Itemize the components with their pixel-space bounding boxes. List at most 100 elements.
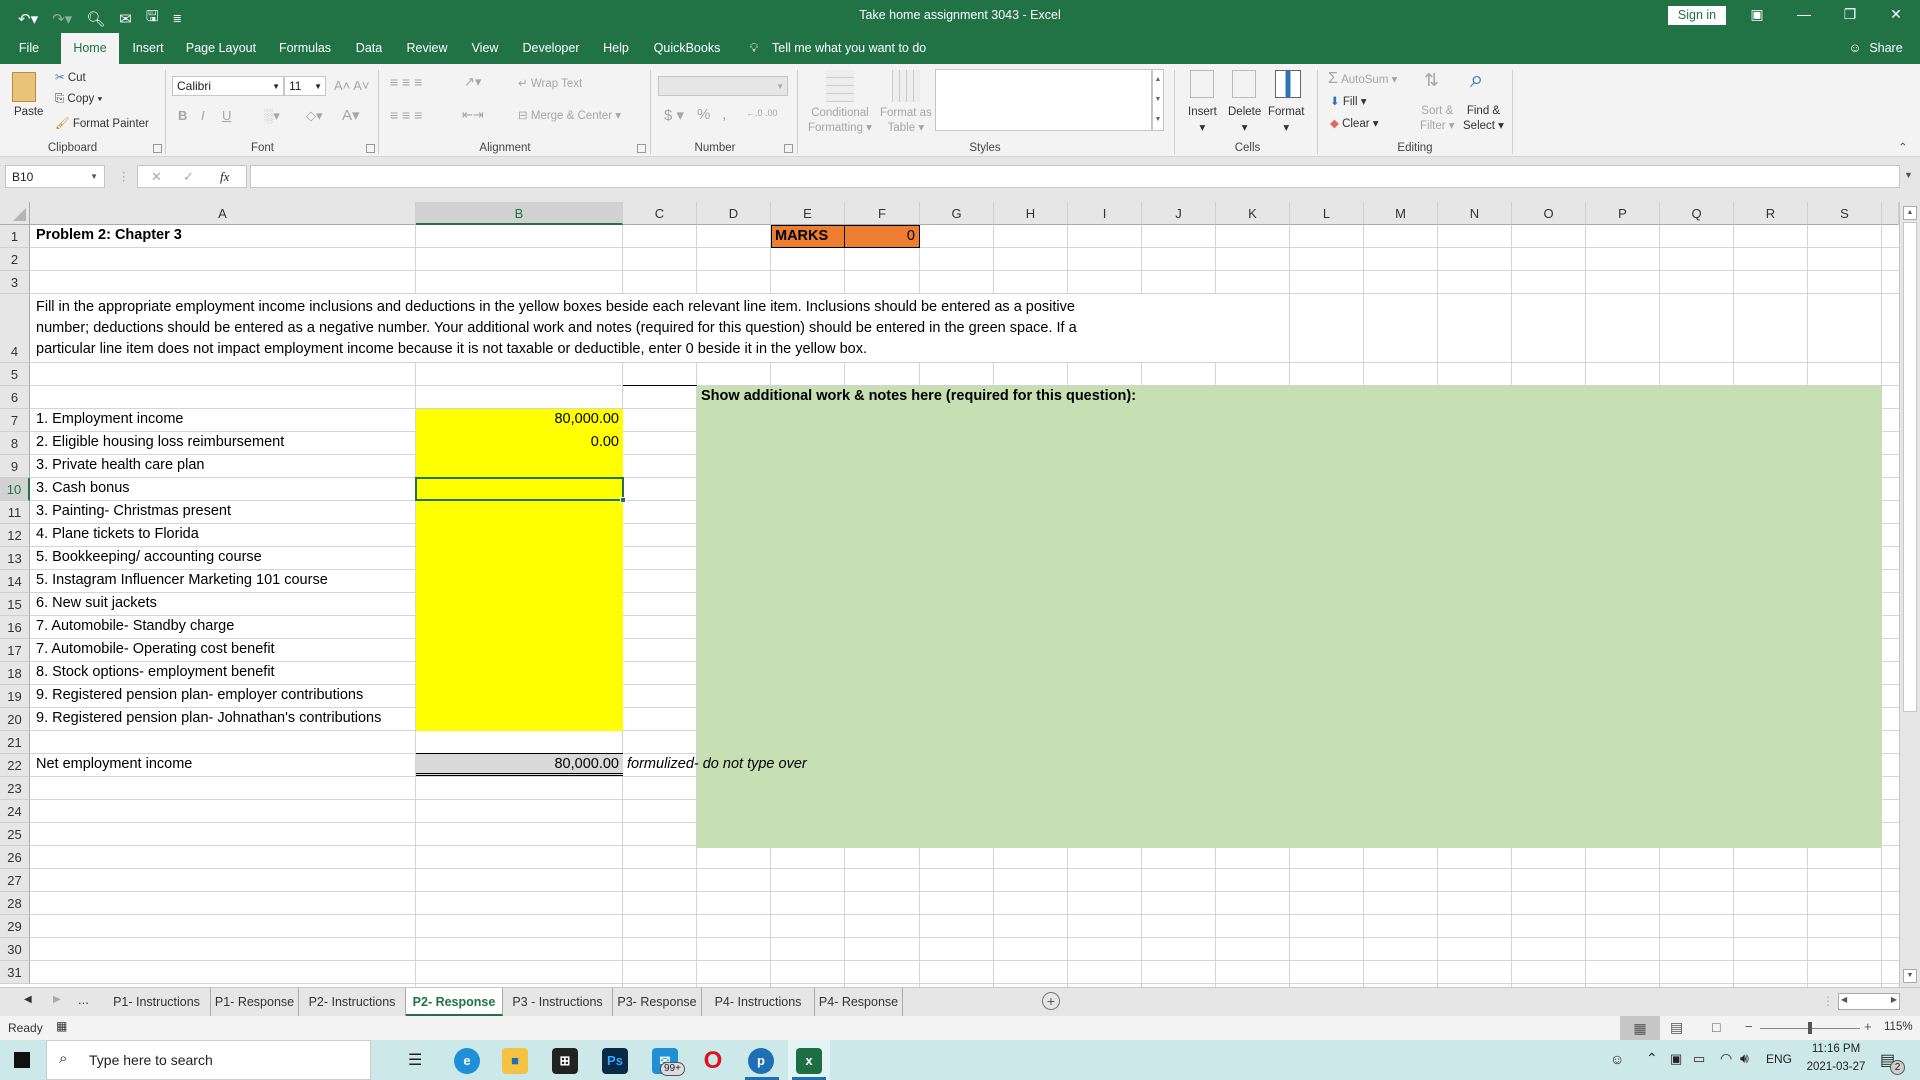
clock-time[interactable]: 11:16 PM — [1806, 1043, 1866, 1055]
row-header-14[interactable]: 14 — [0, 570, 30, 593]
row-header-13[interactable]: 13 — [0, 547, 30, 570]
row-header-4[interactable]: 4 — [0, 294, 30, 363]
page-break-view-icon[interactable]: □ — [1712, 1019, 1720, 1035]
tab-data[interactable]: Data — [352, 33, 386, 64]
tab-quickbooks[interactable]: QuickBooks — [651, 33, 723, 64]
font-name-select[interactable]: Calibri ▼ — [172, 76, 284, 96]
gallery-scroll[interactable]: ▲ ▼ ▼ — [1152, 69, 1164, 131]
autosum-button[interactable]: Σ AutoSum ▾ — [1328, 70, 1397, 88]
sheet-tab[interactable]: P1- Instructions — [103, 988, 211, 1016]
row-header-10[interactable]: 10 — [0, 478, 30, 501]
column-header-s[interactable]: S — [1808, 202, 1882, 225]
tab-home[interactable]: Home — [61, 33, 119, 64]
restore-icon[interactable]: ❐ — [1835, 6, 1865, 23]
volume-icon[interactable]: 🔊︎ — [1740, 1050, 1749, 1067]
cancel-icon[interactable]: ✕ — [151, 169, 162, 185]
format-painter-button[interactable]: 🖌︎ Format Painter — [55, 116, 149, 130]
task-view-icon[interactable]: ☰ — [408, 1050, 422, 1070]
column-header-h[interactable]: H — [994, 202, 1068, 225]
line-item-label[interactable]: 3. Cash bonus — [36, 480, 130, 496]
number-format-select[interactable]: ▼ — [658, 76, 788, 96]
instructions-cell[interactable]: Fill in the appropriate employment incom… — [31, 294, 1216, 362]
horizontal-align-icons[interactable]: ≡ ≡ ≡ — [390, 107, 422, 123]
sheet-tab[interactable]: P1- Response — [211, 988, 299, 1016]
net-income-label[interactable]: Net employment income — [36, 756, 192, 772]
row-header-3[interactable]: 3 — [0, 271, 30, 294]
select-all-corner[interactable] — [0, 202, 30, 225]
merge-center-button[interactable]: ⊟ Merge & Center ▾ — [518, 108, 621, 122]
tab-developer[interactable]: Developer — [521, 33, 581, 64]
row-header-8[interactable]: 8 — [0, 432, 30, 455]
tab-formulas[interactable]: Formulas — [277, 33, 333, 64]
row-header-27[interactable]: 27 — [0, 869, 30, 892]
tell-me-search[interactable]: Tell me what you want to do — [772, 33, 932, 64]
format-as-table-button[interactable]: Format as Table ▾ — [880, 106, 932, 136]
sort-filter-button[interactable]: Sort & Filter ▾ — [1420, 104, 1455, 134]
enter-checkmark-icon[interactable]: ✓ — [183, 169, 194, 185]
line-item-label[interactable]: 5. Instagram Influencer Marketing 101 co… — [36, 572, 328, 588]
excel-icon[interactable]: x — [796, 1048, 822, 1074]
row-header-11[interactable]: 11 — [0, 501, 30, 524]
selected-cell-b10[interactable] — [415, 477, 626, 503]
horizontal-scrollbar[interactable]: ◀ ▶ — [1838, 993, 1900, 1010]
fill-button[interactable]: ⬇ Fill ▾ — [1330, 94, 1367, 108]
column-header-r[interactable]: R — [1734, 202, 1808, 225]
delete-button[interactable]: Delete ▾ — [1228, 104, 1261, 136]
column-header-l[interactable]: L — [1290, 202, 1364, 225]
tab-review[interactable]: Review — [404, 33, 450, 64]
line-item-label[interactable]: 7. Automobile- Operating cost benefit — [36, 641, 275, 657]
row-header-1[interactable]: 1 — [0, 225, 30, 248]
column-header-c[interactable]: C — [623, 202, 697, 225]
column-header-p[interactable]: P — [1586, 202, 1660, 225]
column-header-g[interactable]: G — [920, 202, 994, 225]
row-header-31[interactable]: 31 — [0, 961, 30, 984]
language-indicator[interactable]: ENG — [1766, 1052, 1792, 1066]
formula-input[interactable] — [250, 165, 1900, 188]
line-item-label[interactable]: 6. New suit jackets — [36, 595, 157, 611]
ribbon-display-options-icon[interactable]: ▣ — [1742, 6, 1772, 23]
tab-help[interactable]: Help — [600, 33, 632, 64]
row-header-7[interactable]: 7 — [0, 409, 30, 432]
delete-cells-icon[interactable] — [1232, 70, 1256, 98]
alignment-launcher-icon[interactable] — [637, 144, 646, 153]
zoom-level[interactable]: 115% — [1884, 1021, 1913, 1033]
copy-button[interactable]: ⎘ Copy ▾ — [55, 93, 102, 106]
battery-icon[interactable]: ▭ — [1693, 1051, 1705, 1067]
number-launcher-icon[interactable] — [784, 144, 793, 153]
opera-icon[interactable]: O — [700, 1048, 726, 1074]
comma-button[interactable]: , — [722, 106, 726, 123]
column-header-k[interactable]: K — [1216, 202, 1290, 225]
underline-button[interactable]: U — [222, 108, 231, 123]
worksheet-grid[interactable]: ABCDEFGHIJKLMNOPQRS 1 2 3 4 5 6 7 8 9 10 11 12 13 14 1… — [0, 202, 1899, 987]
percent-button[interactable]: % — [697, 106, 710, 123]
more-tabs-button[interactable]: ... — [78, 992, 89, 1007]
scroll-tabs-right-icon[interactable]: ▶ — [53, 994, 61, 1005]
cut-button[interactable]: ✂ Cut — [55, 70, 86, 84]
decimal-icons[interactable]: ←.0 .00 — [746, 108, 778, 118]
clipboard-launcher-icon[interactable] — [153, 144, 162, 153]
column-header-o[interactable]: O — [1512, 202, 1586, 225]
row-header-30[interactable]: 30 — [0, 938, 30, 961]
photoshop-icon[interactable]: Ps — [602, 1048, 628, 1074]
sheet-tab[interactable]: P4- Instructions — [702, 988, 815, 1016]
row-header-6[interactable]: 6 — [0, 386, 30, 409]
normal-view-icon[interactable]: ▦ — [1620, 1016, 1660, 1040]
column-header-n[interactable]: N — [1438, 202, 1512, 225]
expand-formula-bar-icon[interactable]: ▼ — [1904, 170, 1913, 180]
row-header-28[interactable]: 28 — [0, 892, 30, 915]
insert-cells-icon[interactable] — [1190, 70, 1214, 98]
scroll-tabs-left-icon[interactable]: ◀ — [24, 994, 32, 1005]
line-item-label[interactable]: 9. Registered pension plan- employer con… — [36, 687, 363, 703]
scroll-right-icon[interactable]: ▶ — [1891, 995, 1897, 1004]
format-button[interactable]: Format ▾ — [1268, 104, 1304, 136]
row-header-5[interactable]: 5 — [0, 363, 30, 386]
tab-view[interactable]: View — [468, 33, 502, 64]
paste-button[interactable]: Paste — [14, 106, 43, 118]
show-hidden-icons[interactable]: ⌃ — [1646, 1050, 1658, 1067]
row-header-17[interactable]: 17 — [0, 639, 30, 662]
indent-icons[interactable]: ⇤⇥ — [462, 107, 484, 123]
fill-handle[interactable] — [620, 497, 626, 503]
clear-button[interactable]: ◆ Clear ▾ — [1330, 116, 1379, 130]
sheet-title-cell[interactable]: Problem 2: Chapter 3 — [36, 227, 182, 243]
row-header-18[interactable]: 18 — [0, 662, 30, 685]
